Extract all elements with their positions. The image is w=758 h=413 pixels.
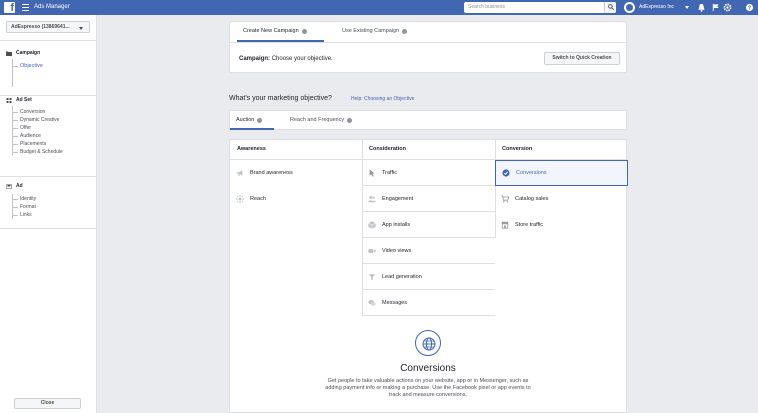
box-icon <box>368 220 376 229</box>
sidebar-section-ad-set[interactable]: Ad Set <box>6 97 32 104</box>
campaign-tree: Objective <box>12 59 43 87</box>
ad-account-select[interactable]: AdEspresso (13869641... <box>6 21 90 33</box>
video-icon <box>368 248 376 253</box>
search-placeholder: Search business <box>468 4 505 10</box>
tab-reach-and-frequency[interactable]: Reach and Frequency <box>290 117 353 124</box>
help-icon[interactable]: ? <box>745 3 754 12</box>
sidebar-divider <box>0 228 97 229</box>
card-divider <box>230 42 626 43</box>
option-video-views[interactable]: Video views <box>362 238 495 264</box>
grid-icon <box>6 98 12 103</box>
sidebar-item-identity[interactable]: Identity <box>13 195 36 203</box>
tab-create-new-campaign[interactable]: Create New Campaign <box>243 28 307 35</box>
option-app-installs[interactable]: App installs <box>362 212 495 238</box>
option-conversions[interactable]: Conversions <box>495 160 628 186</box>
store-icon <box>501 221 509 229</box>
active-tab-indicator <box>230 128 274 130</box>
top-bar: f Ads Manager Search business AdEspresso… <box>0 0 758 15</box>
column-awareness: Awareness <box>230 140 362 160</box>
switch-to-quick-creation-button[interactable]: Switch to Quick Creation <box>544 52 620 65</box>
people-icon <box>368 195 376 202</box>
ad-account-value: AdEspresso (13869641... <box>11 24 70 30</box>
column-conversion: Conversion <box>495 140 628 160</box>
globe-icon <box>415 330 441 356</box>
chevron-down-icon[interactable] <box>685 6 689 9</box>
folder-icon <box>6 51 12 56</box>
campaign-card: Create New Campaign Use Existing Campaig… <box>229 21 627 73</box>
tab-use-existing-campaign[interactable]: Use Existing Campaign <box>342 28 408 35</box>
reach-icon <box>236 195 244 203</box>
sidebar-item-budget-schedule[interactable]: Budget & Schedule <box>13 148 63 156</box>
app-title: Ads Manager <box>34 4 70 10</box>
sidebar-section-ad[interactable]: Ad <box>6 183 23 190</box>
check-circle-icon <box>502 169 510 177</box>
option-lead-generation[interactable]: Lead generation <box>362 264 495 290</box>
info-icon <box>347 118 353 123</box>
megaphone-icon <box>236 170 243 177</box>
help-choosing-objective-link[interactable]: Help: Choosing an Objective <box>351 96 414 102</box>
ad-tree: Identity Format Links <box>12 194 36 219</box>
search-button[interactable] <box>604 2 616 13</box>
flag-icon[interactable] <box>711 3 720 12</box>
tab-auction[interactable]: Auction <box>236 117 263 124</box>
sidebar-item-offer[interactable]: Offer <box>13 124 63 132</box>
sidebar-item-conversion[interactable]: Conversion <box>13 108 63 116</box>
option-store-traffic[interactable]: Store traffic <box>495 212 628 238</box>
sidebar: AdEspresso (13869641... Campaign Objecti… <box>0 15 97 413</box>
option-reach[interactable]: Reach <box>230 186 362 212</box>
sidebar-divider <box>0 176 97 177</box>
gear-icon[interactable] <box>723 3 732 12</box>
bell-icon[interactable] <box>697 3 706 12</box>
info-icon <box>301 29 307 34</box>
sidebar-item-format[interactable]: Format <box>13 203 36 211</box>
option-traffic[interactable]: Traffic <box>362 160 495 186</box>
selected-objective-description: Get people to take valuable actions on y… <box>325 378 531 398</box>
option-brand-awareness[interactable]: Brand awareness <box>230 160 362 186</box>
chevron-down-icon <box>79 27 83 30</box>
ad-set-tree: Conversion Dynamic Creative Offer Audien… <box>12 106 63 156</box>
sidebar-item-audience[interactable]: Audience <box>13 132 63 140</box>
option-catalog-sales[interactable]: Catalog sales <box>495 186 628 212</box>
sidebar-item-objective[interactable]: Objective <box>13 62 43 70</box>
option-messages[interactable]: Messages <box>362 290 495 316</box>
facebook-logo-icon[interactable]: f <box>4 2 15 14</box>
cart-icon <box>501 195 509 203</box>
menu-icon[interactable] <box>22 4 29 11</box>
sidebar-item-placements[interactable]: Placements <box>13 140 63 148</box>
sidebar-divider <box>0 95 97 96</box>
sidebar-divider <box>0 40 97 41</box>
sidebar-item-links[interactable]: Links <box>13 211 36 219</box>
selected-objective-title: Conversions <box>400 363 456 374</box>
chat-icon <box>368 299 376 306</box>
objective-question: What's your marketing objective? <box>229 95 332 102</box>
campaign-prompt: Campaign: Choose your objective. <box>239 56 333 62</box>
buying-type-tabs: Auction Reach and Frequency <box>229 110 627 130</box>
account-name[interactable]: AdEspresso Inc <box>639 4 674 11</box>
info-icon <box>257 118 263 123</box>
sidebar-item-dynamic-creative[interactable]: Dynamic Creative <box>13 116 63 124</box>
cursor-icon <box>369 168 375 177</box>
sidebar-section-campaign[interactable]: Campaign <box>6 50 40 57</box>
search-icon <box>608 4 614 10</box>
column-consideration: Consideration <box>362 140 495 160</box>
option-engagement[interactable]: Engagement <box>362 186 495 212</box>
svg-text:?: ? <box>748 6 751 12</box>
close-button[interactable]: Close <box>14 398 81 409</box>
info-icon <box>402 29 408 34</box>
account-avatar[interactable] <box>624 2 635 13</box>
ad-icon <box>6 184 12 189</box>
funnel-icon <box>368 273 376 280</box>
search-input[interactable]: Search business <box>464 2 616 13</box>
